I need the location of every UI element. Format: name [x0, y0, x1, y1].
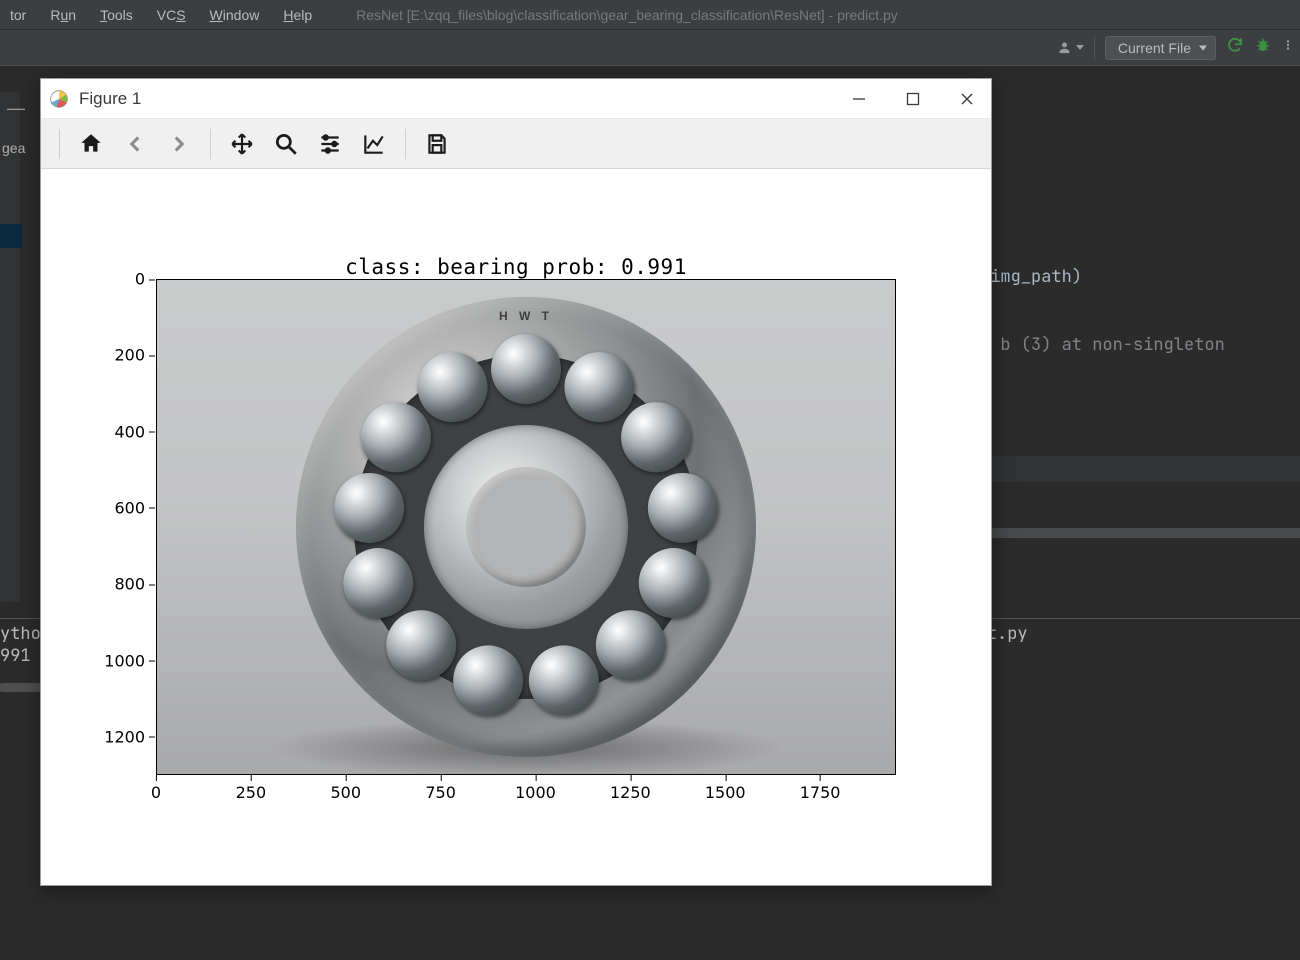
- editor-h-scrollbar[interactable]: [982, 528, 1300, 538]
- menu-help[interactable]: Help: [273, 5, 322, 25]
- code-frag-1: (img_path): [980, 266, 1082, 288]
- term-frag-1: ytho: [0, 623, 41, 645]
- ide-toolbar: Current File: [0, 30, 1300, 66]
- bearing-ball: [334, 473, 404, 543]
- bearing-ball: [418, 352, 488, 422]
- menu-item[interactable]: tor: [0, 5, 36, 25]
- rerun-icon[interactable]: [1226, 36, 1244, 59]
- maximize-button[interactable]: [903, 89, 923, 109]
- bearing-ball: [596, 610, 666, 680]
- home-icon[interactable]: [72, 126, 110, 162]
- y-tick: 1000: [95, 651, 145, 670]
- bearing-ball: [361, 402, 431, 472]
- plot-axes[interactable]: H W T: [156, 279, 896, 775]
- x-tick: 0: [151, 783, 161, 802]
- figure-toolbar: [41, 119, 991, 169]
- zoom-icon[interactable]: [267, 126, 305, 162]
- axes-icon[interactable]: [355, 126, 393, 162]
- bearing-ball: [639, 548, 709, 618]
- figure-titlebar[interactable]: Figure 1: [41, 79, 991, 119]
- bearing-ball: [386, 610, 456, 680]
- bearing-ball: [529, 645, 599, 715]
- bearing-ball: [453, 645, 523, 715]
- bearing-image: H W T: [296, 297, 756, 757]
- bearing-ball: [564, 352, 634, 422]
- bearing-ball: [621, 402, 691, 472]
- user-icon[interactable]: [1056, 40, 1084, 55]
- close-button[interactable]: [957, 89, 977, 109]
- x-tick: 1250: [610, 783, 651, 802]
- code-frag-2: r b (3) at non-singleton: [980, 334, 1225, 356]
- x-tick: 1750: [800, 783, 841, 802]
- back-icon[interactable]: [116, 126, 154, 162]
- editor-gutter: [0, 92, 20, 602]
- menu-run[interactable]: Run: [40, 5, 86, 25]
- ide-menubar: tor Run Tools VCS Window Help ResNet [E:…: [0, 0, 1300, 30]
- bearing-ball: [648, 473, 718, 543]
- figure-window: Figure 1: [40, 78, 992, 886]
- x-tick: 1500: [705, 783, 746, 802]
- pan-icon[interactable]: [223, 126, 261, 162]
- sidebar-fragment: gea: [0, 140, 25, 156]
- configure-icon[interactable]: [311, 126, 349, 162]
- term-frag-2: 991: [0, 645, 31, 667]
- bearing-ball: [491, 334, 561, 404]
- forward-icon[interactable]: [160, 126, 198, 162]
- debug-icon[interactable]: [1254, 36, 1272, 59]
- y-tick: 600: [95, 498, 145, 517]
- figure-canvas[interactable]: class: bearing prob: 0.991 H W T 0 200 400…: [41, 169, 991, 885]
- save-icon[interactable]: [418, 126, 456, 162]
- matplotlib-icon: [49, 89, 69, 109]
- x-tick: 750: [425, 783, 456, 802]
- x-tick: 1000: [515, 783, 556, 802]
- menu-window[interactable]: Window: [200, 5, 270, 25]
- engraving-text: H W T: [499, 309, 553, 323]
- figure-title: Figure 1: [79, 89, 141, 109]
- ide-window-title: ResNet [E:\zqq_files\blog\classification…: [356, 7, 898, 23]
- minimize-button[interactable]: [849, 89, 869, 109]
- y-tick: 1200: [95, 727, 145, 746]
- term-file: t.py: [987, 623, 1028, 645]
- menu-tools[interactable]: Tools: [90, 5, 143, 25]
- code-highlight-box: [980, 456, 1300, 482]
- y-tick: 200: [95, 346, 145, 365]
- plot-title: class: bearing prob: 0.991: [41, 255, 991, 279]
- collapse-icon[interactable]: —: [7, 98, 25, 119]
- run-config-selector[interactable]: Current File: [1105, 36, 1216, 60]
- y-tick: 0: [95, 270, 145, 289]
- more-icon[interactable]: [1282, 36, 1294, 59]
- x-tick: 500: [330, 783, 361, 802]
- y-tick: 400: [95, 422, 145, 441]
- x-tick: 250: [236, 783, 267, 802]
- menu-vcs[interactable]: VCS: [147, 5, 196, 25]
- y-tick: 800: [95, 575, 145, 594]
- bearing-ball: [343, 548, 413, 618]
- editor-code: (img_path) r b (3) at non-singleton: [980, 266, 1300, 482]
- selected-nav-row[interactable]: [0, 224, 22, 248]
